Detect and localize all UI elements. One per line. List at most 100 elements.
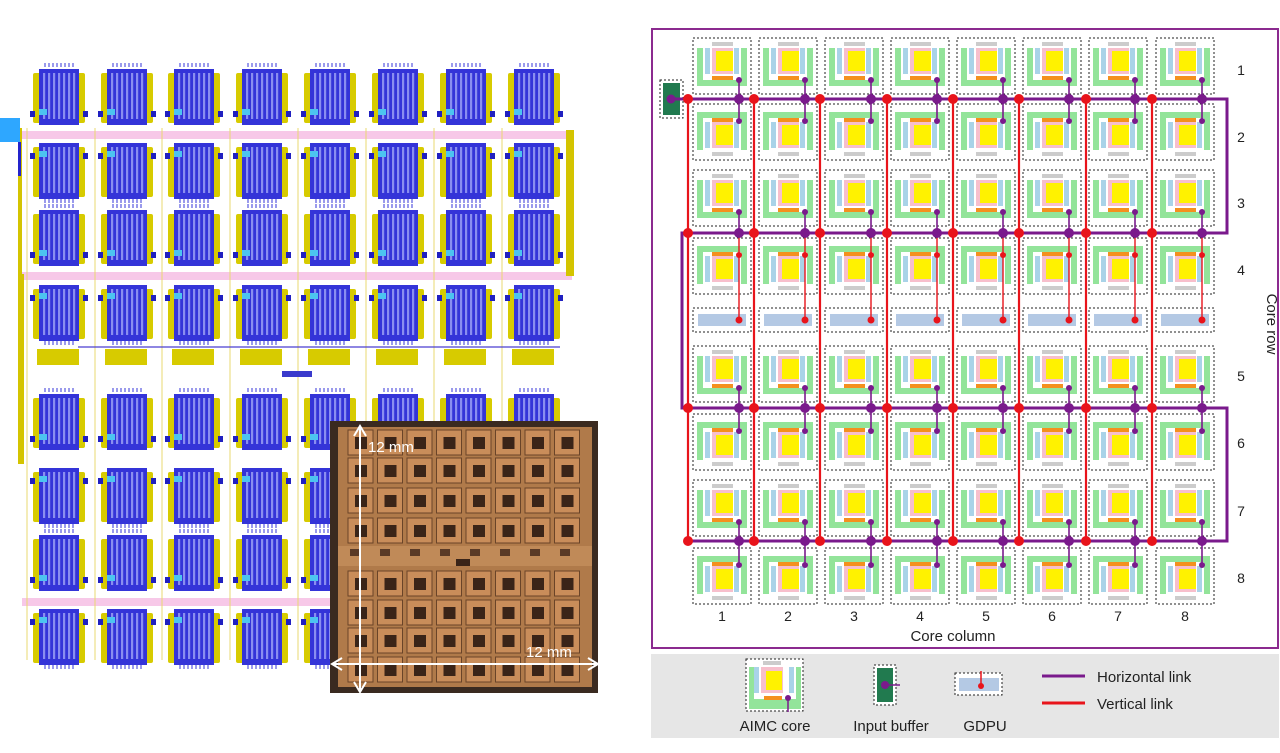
- horizontal-link-node: [866, 94, 876, 104]
- core-array-line: [387, 214, 390, 260]
- core-array-line: [73, 214, 76, 260]
- core-yellow-array: [914, 359, 931, 379]
- horizontal-link-node: [932, 536, 942, 546]
- core-array-line: [276, 539, 279, 585]
- core-blue-right: [1064, 490, 1069, 516]
- core-blue-right: [800, 490, 805, 516]
- core-yellow-array: [1112, 359, 1129, 379]
- core-array-line: [48, 398, 51, 444]
- core-orange-bar: [844, 562, 865, 566]
- core-pin: [151, 577, 156, 583]
- core-orange-bar: [1042, 562, 1063, 566]
- die-core-center: [532, 664, 544, 676]
- core-pin: [98, 111, 103, 117]
- core-array-line: [183, 214, 186, 260]
- die-core: [436, 487, 462, 514]
- core-tap-node: [934, 118, 940, 124]
- core-tap-node: [1199, 118, 1205, 124]
- die-core-center: [414, 607, 426, 619]
- core-pin: [558, 295, 563, 301]
- core-gray-bar: [712, 152, 733, 156]
- aimc-core: [890, 37, 950, 95]
- core-array-line: [329, 147, 332, 193]
- die-core-center: [502, 465, 515, 477]
- core-yellow-array: [1179, 359, 1196, 379]
- legend-label-gdpu: GDPU: [963, 718, 1006, 735]
- core-array-line: [63, 613, 66, 659]
- core-array-line: [528, 289, 531, 335]
- core-orange-bar: [712, 428, 733, 432]
- core-blue-left: [903, 566, 908, 592]
- core-orange-bar: [1175, 562, 1196, 566]
- core-tap-node: [868, 562, 874, 568]
- core-tap-node: [1000, 562, 1006, 568]
- core-blue-right: [1130, 256, 1135, 282]
- layout-core: [98, 285, 156, 345]
- layout-core: [30, 285, 88, 345]
- die-core-center: [532, 495, 544, 507]
- core-array-line: [261, 613, 264, 659]
- core-array-line: [344, 73, 347, 119]
- core-cyan-pad: [174, 476, 182, 482]
- core-array-line: [397, 214, 400, 260]
- core-array-line: [203, 398, 206, 444]
- core-orange-bar: [1042, 76, 1063, 80]
- core-array-line: [63, 289, 66, 335]
- core-pin: [301, 478, 306, 484]
- core-blue-right: [800, 432, 805, 458]
- core-cyan-pad: [107, 109, 115, 115]
- core-array-line: [271, 73, 274, 119]
- core-orange-bar: [778, 118, 799, 122]
- die-core-center: [414, 664, 426, 676]
- die-core: [524, 487, 551, 514]
- core-array-line: [329, 73, 332, 119]
- core-yellow-array: [1112, 569, 1129, 589]
- core-array-line: [183, 472, 186, 518]
- core-yellow-array: [1179, 259, 1196, 279]
- core-pin: [301, 252, 306, 258]
- core-array-line: [208, 398, 211, 444]
- core-yellow-array: [716, 359, 733, 379]
- layout-core: [233, 285, 291, 345]
- core-yellow-array: [1112, 183, 1129, 203]
- core-pin: [98, 252, 103, 258]
- vertical-link-node: [749, 94, 759, 104]
- core-orange-bar: [1108, 428, 1129, 432]
- core-pin: [437, 111, 442, 117]
- die-core-center: [473, 664, 485, 676]
- core-gray-bar: [844, 462, 865, 466]
- core-yellow-array: [1046, 493, 1063, 513]
- core-tap-node: [868, 209, 874, 215]
- aimc-core: [1022, 547, 1082, 605]
- die-core-center: [561, 495, 574, 507]
- core-array-line: [193, 539, 196, 585]
- aimc-core: [890, 237, 950, 295]
- die-core: [406, 517, 433, 544]
- core-orange-bar: [844, 252, 865, 256]
- core-array-line: [276, 613, 279, 659]
- core-pin: [83, 436, 88, 442]
- core-tap-node: [934, 385, 940, 391]
- core-orange-bar: [976, 384, 997, 388]
- core-array-line: [136, 214, 139, 260]
- core-orange-bar: [1175, 428, 1196, 432]
- core-pin: [490, 252, 495, 258]
- core-gray-bar: [778, 42, 799, 46]
- core-yellow-array: [1179, 125, 1196, 145]
- core-pin: [30, 252, 35, 258]
- core-gray-bar: [1175, 42, 1196, 46]
- core-pin: [505, 295, 510, 301]
- core-cyan-pad: [174, 575, 182, 581]
- core-tap-node: [1132, 428, 1138, 434]
- core-blue-right: [998, 490, 1003, 516]
- core-array-line: [203, 147, 206, 193]
- core-tap-node: [1199, 77, 1205, 83]
- die-core: [377, 457, 403, 484]
- core-array-line: [131, 147, 134, 193]
- core-cyan-pad: [446, 250, 454, 256]
- core-array-line: [48, 539, 51, 585]
- core-array-line: [543, 214, 546, 260]
- core-array-line: [319, 472, 322, 518]
- core-orange-bar: [712, 252, 733, 256]
- core-gray-bar: [910, 286, 931, 290]
